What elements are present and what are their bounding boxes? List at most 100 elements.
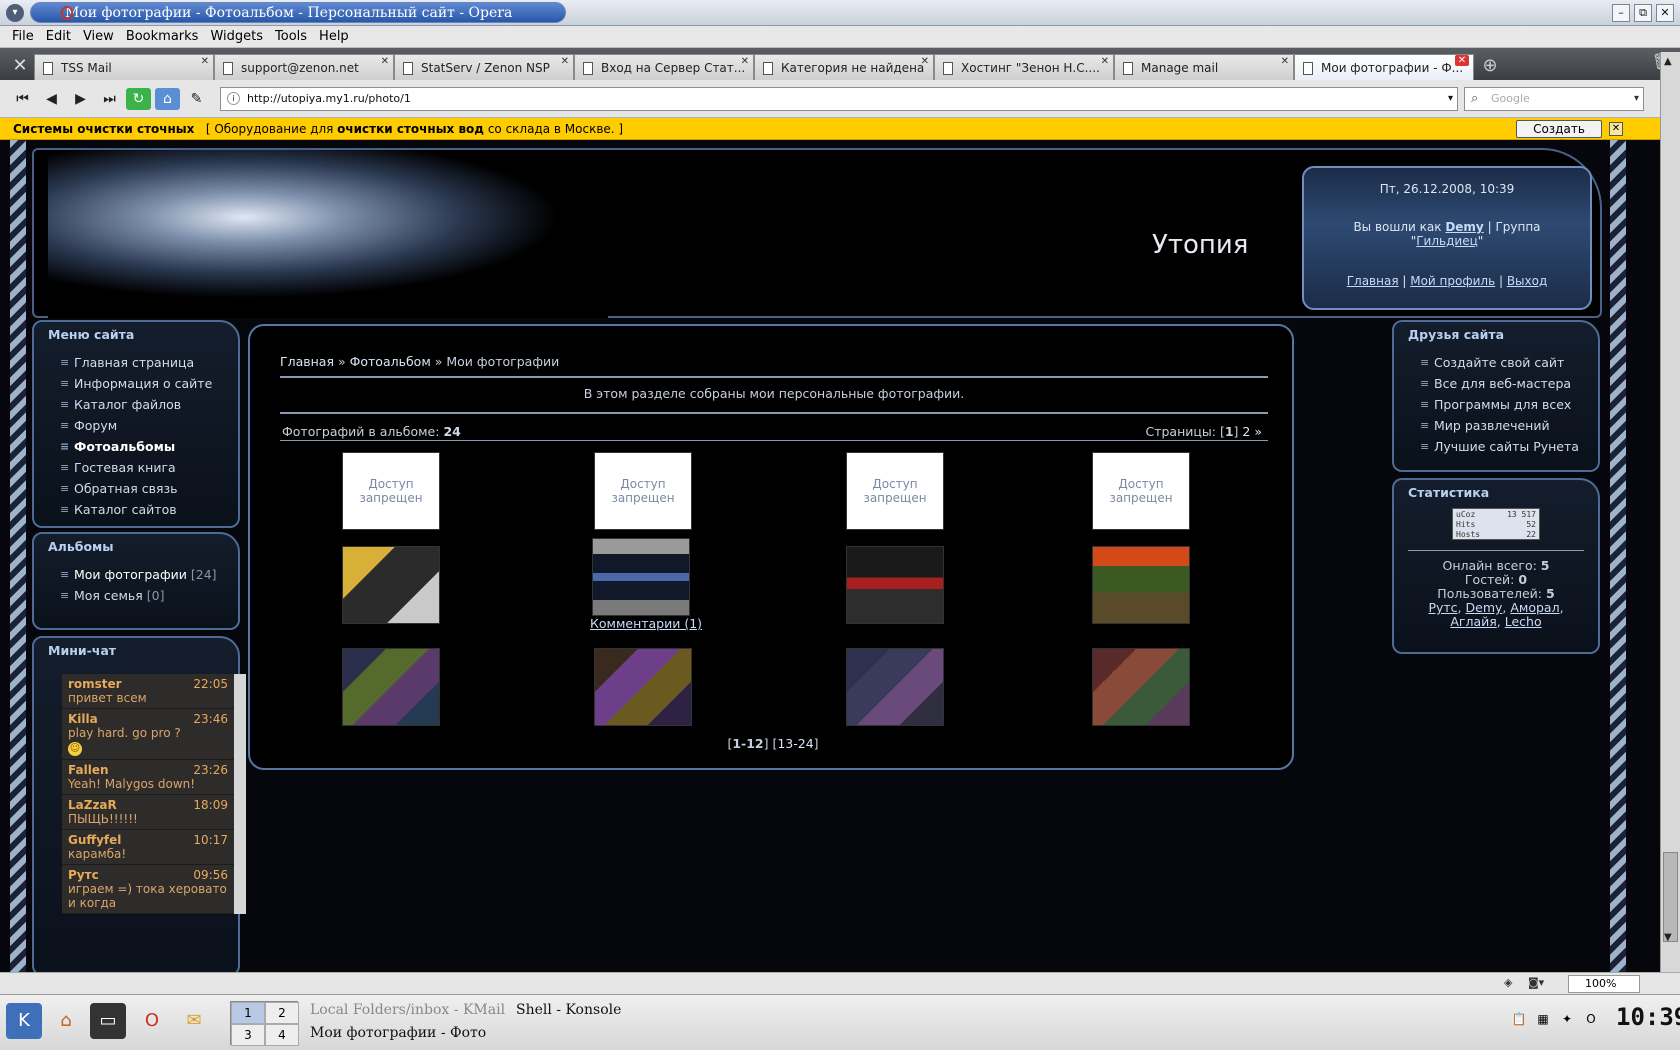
photo-thumb[interactable] <box>342 546 440 624</box>
menu-item-sites[interactable]: Каталог сайтов <box>60 499 238 520</box>
tab-support[interactable]: support@zenon.net ✕ <box>214 54 394 80</box>
tab-statserv[interactable]: StatServ / Zenon NSP ✕ <box>394 54 574 80</box>
desktop-4[interactable]: 4 <box>265 1024 299 1046</box>
photo-thumb[interactable] <box>1092 546 1190 624</box>
desktop-1[interactable]: 1 <box>231 1002 265 1024</box>
scroll-down-icon[interactable]: ▼ <box>1664 932 1672 943</box>
task-konsole[interactable]: Shell - Konsole <box>516 999 676 1022</box>
terminal-icon[interactable]: ▭ <box>90 1003 126 1039</box>
tab-close-icon[interactable]: ✕ <box>1101 55 1109 75</box>
tab-close-icon[interactable]: ✕ <box>381 55 389 75</box>
kde-menu-icon[interactable]: K <box>6 1003 42 1039</box>
page-next-link[interactable]: » <box>1254 424 1262 439</box>
scrollbar-thumb[interactable] <box>1663 852 1678 942</box>
ad-banner[interactable]: Системы очистки сточных [ Оборудование д… <box>0 118 1680 152</box>
breadcrumb-home[interactable]: Главная <box>280 354 334 369</box>
menu-item-home[interactable]: Главная страница <box>60 352 238 373</box>
menu-item-files[interactable]: Каталог файлов <box>60 394 238 415</box>
chat-author[interactable]: Guffyfel <box>68 833 121 847</box>
fast-forward-icon[interactable]: ⏭ <box>97 88 122 110</box>
photo-thumb[interactable] <box>592 538 690 616</box>
album-item[interactable]: Моя семья [0] <box>60 585 238 606</box>
ad-lead[interactable]: Системы очистки сточных <box>13 122 194 136</box>
scroll-up-icon[interactable]: ▲ <box>1664 56 1672 67</box>
new-tab-icon[interactable]: ⊕ <box>1478 54 1502 78</box>
comments-link[interactable]: Комментарии (1) <box>590 616 702 631</box>
photo-thumb[interactable] <box>846 546 944 624</box>
menu-edit[interactable]: Edit <box>40 26 77 47</box>
menu-file[interactable]: File <box>6 26 40 47</box>
page-link[interactable]: 2 <box>1242 424 1250 439</box>
tab-close-icon[interactable]: ✕ <box>741 55 749 75</box>
online-user-link[interactable]: Аглайя <box>1450 614 1496 629</box>
tab-close-icon[interactable]: ✕ <box>201 55 209 75</box>
photo-thumb[interactable] <box>594 648 692 726</box>
rewind-icon[interactable]: ⏮ <box>10 88 35 110</box>
desktop-2[interactable]: 2 <box>265 1002 299 1024</box>
link-home[interactable]: Главная <box>1347 274 1399 288</box>
create-site-button[interactable]: Создать сайт <box>1516 120 1602 152</box>
chat-author[interactable]: Killa <box>68 712 98 726</box>
friend-link[interactable]: Лучшие сайты Рунета <box>1420 436 1598 457</box>
link-profile[interactable]: Мой профиль <box>1410 274 1495 288</box>
chat-author[interactable]: Fallen <box>68 763 109 777</box>
photo-thumb[interactable] <box>342 648 440 726</box>
online-user-link[interactable]: Lecho <box>1505 614 1542 629</box>
menu-widgets[interactable]: Widgets <box>204 26 269 47</box>
task-kmail[interactable]: Local Folders/inbox - KMail <box>310 999 520 1022</box>
tab-tss-mail[interactable]: TSS Mail ✕ <box>34 54 214 80</box>
menu-tools[interactable]: Tools <box>269 26 313 47</box>
chat-scrollbar[interactable] <box>234 674 246 914</box>
photo-thumb-denied[interactable]: Доступ запрещен <box>1092 452 1190 530</box>
site-info-icon[interactable]: i <box>227 92 240 105</box>
tab-my-photos[interactable]: Мои фотографии - Ф... ✕ <box>1294 54 1474 80</box>
zoom-select[interactable]: 100% <box>1568 975 1640 993</box>
photo-thumb[interactable] <box>846 648 944 726</box>
opera-tray-icon[interactable]: O <box>1582 1009 1600 1029</box>
tools-icon[interactable]: ✕ <box>6 52 34 80</box>
close-window-icon[interactable]: ✕ <box>1656 4 1674 22</box>
chevron-down-icon[interactable]: ▾ <box>1448 88 1453 110</box>
home-icon[interactable]: ⌂ <box>155 88 180 110</box>
menu-bookmarks[interactable]: Bookmarks <box>120 26 205 47</box>
pager-link[interactable]: 13-24 <box>777 736 813 751</box>
photo-thumb[interactable] <box>1092 648 1190 726</box>
clock[interactable]: 10:39 <box>1616 1003 1680 1031</box>
task-opera[interactable]: Мои фотографии - Фото <box>310 1022 520 1045</box>
menu-item-forum[interactable]: Форум <box>60 415 238 436</box>
chat-author[interactable]: LaZzaR <box>68 798 117 812</box>
window-menu-icon[interactable]: ▾ <box>6 4 24 22</box>
menu-item-about[interactable]: Информация о сайте <box>60 373 238 394</box>
reload-icon[interactable]: ↻ <box>126 88 151 110</box>
maximize-icon[interactable]: ⧉ <box>1634 4 1652 22</box>
friend-link[interactable]: Все для веб-мастера <box>1420 373 1598 394</box>
photo-thumb-denied[interactable]: Доступ запрещен <box>342 452 440 530</box>
tab-manage-mail[interactable]: Manage mail ✕ <box>1114 54 1294 80</box>
chevron-down-icon[interactable]: ▾ <box>1634 88 1639 110</box>
tab-close-icon[interactable]: ✕ <box>921 55 929 75</box>
online-user-link[interactable]: Рутс <box>1428 600 1457 615</box>
camera-icon[interactable]: ◙▾ <box>1528 976 1544 989</box>
wand-icon[interactable]: ✎ <box>184 88 209 110</box>
friend-link[interactable]: Создайте свой сайт <box>1420 352 1598 373</box>
tab-close-icon[interactable]: ✕ <box>1455 55 1469 66</box>
menu-view[interactable]: View <box>77 26 120 47</box>
page-scrollbar[interactable]: ▲ ▼ <box>1660 52 1680 972</box>
forward-icon[interactable]: ▶ <box>68 88 93 110</box>
group-link[interactable]: Гильдиец <box>1416 234 1478 248</box>
friend-link[interactable]: Мир развлечений <box>1420 415 1598 436</box>
color-icon[interactable]: ✦ <box>1558 1009 1576 1029</box>
menu-item-feedback[interactable]: Обратная связь <box>60 478 238 499</box>
back-icon[interactable]: ◀ <box>39 88 64 110</box>
online-user-link[interactable]: Аморал <box>1510 600 1559 615</box>
ucoz-counter[interactable]: uCoz 13 517 Hits 52 Hosts 22 <box>1452 508 1540 540</box>
close-ad-icon[interactable]: ✕ <box>1609 122 1623 136</box>
clipboard-icon[interactable]: 📋 <box>1510 1009 1528 1029</box>
kmail-icon[interactable]: ✉ <box>176 1003 212 1039</box>
tab-close-icon[interactable]: ✕ <box>561 55 569 75</box>
chat-author[interactable]: Рутс <box>68 868 99 882</box>
tab-category-not-found[interactable]: Категория не найдена ✕ <box>754 54 934 80</box>
opera-icon[interactable]: O <box>134 1003 170 1039</box>
search-field[interactable]: ⌕ Google ▾ <box>1464 87 1644 111</box>
speaker-icon[interactable]: ◈ <box>1504 976 1512 989</box>
